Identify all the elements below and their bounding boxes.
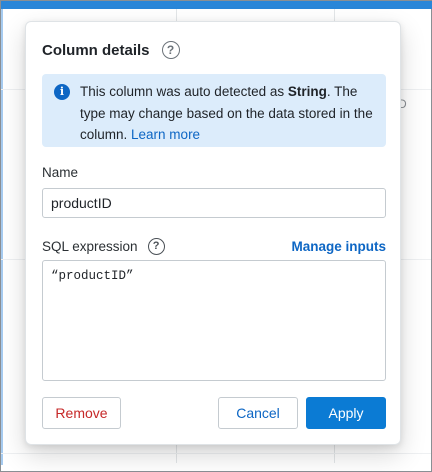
left-edge-highlight	[1, 9, 3, 465]
info-banner: i This column was auto detected as Strin…	[42, 74, 386, 147]
name-input[interactable]	[42, 188, 386, 218]
grid-row-divider	[1, 453, 431, 454]
sql-header-row: SQL expression ? Manage inputs	[42, 237, 386, 255]
dialog-title: Column details	[42, 41, 150, 59]
dialog-header: Column details ?	[42, 40, 180, 60]
learn-more-link[interactable]: Learn more	[131, 127, 200, 142]
column-details-dialog: Column details ? i This column was auto …	[25, 21, 401, 445]
help-icon[interactable]: ?	[161, 41, 180, 59]
sql-expression-text: “productID”	[51, 269, 134, 283]
sql-expression-label: SQL expression	[42, 238, 138, 254]
apply-button[interactable]: Apply	[306, 397, 386, 429]
detected-type: String	[287, 84, 327, 99]
sql-label-group: SQL expression ?	[42, 237, 165, 255]
name-label: Name	[42, 165, 79, 180]
info-icon: i	[54, 84, 70, 100]
app-frame: D Column details ? i This column was aut…	[0, 0, 432, 472]
cancel-button[interactable]: Cancel	[218, 397, 298, 429]
top-accent-bar	[1, 1, 432, 9]
sql-help-icon[interactable]: ?	[147, 237, 165, 255]
info-text-before: This column was auto detected as	[80, 84, 288, 99]
sql-expression-editor[interactable]: “productID”	[42, 260, 386, 381]
manage-inputs-link[interactable]: Manage inputs	[291, 239, 386, 254]
remove-button[interactable]: Remove	[42, 397, 121, 429]
